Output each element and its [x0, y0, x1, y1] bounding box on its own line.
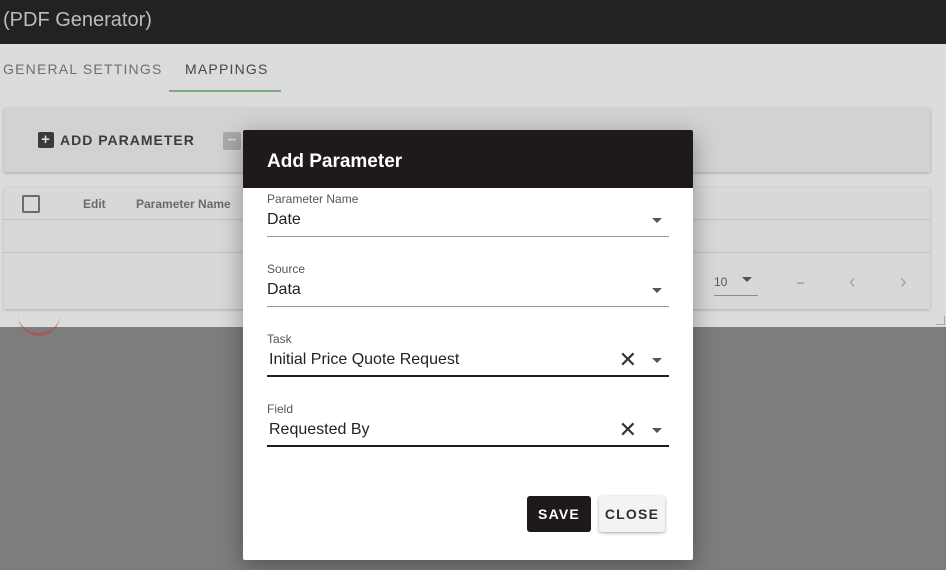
dialog-title: Add Parameter: [267, 151, 403, 172]
resize-handle: [936, 316, 945, 325]
field-underline: [267, 306, 669, 307]
app-title: (PDF Generator): [3, 9, 152, 31]
rows-per-page-select[interactable]: 10: [714, 275, 758, 296]
field-value: Date: [267, 211, 301, 228]
tab-general-settings[interactable]: GENERAL SETTINGS: [3, 61, 163, 77]
column-header-edit: Edit: [83, 197, 106, 211]
field-value: Initial Price Quote Request: [269, 351, 460, 368]
task-autocomplete[interactable]: Task Initial Price Quote Request ✕: [267, 332, 669, 378]
source-select[interactable]: Source Data: [267, 262, 669, 308]
next-page-icon[interactable]: ›: [900, 271, 907, 294]
field-underline: [267, 236, 669, 237]
pagination-range: –: [797, 275, 804, 289]
field-label: Task: [267, 332, 292, 346]
rows-per-page-value: 10: [714, 275, 728, 289]
field-label: Field: [267, 402, 294, 416]
field-underline: [267, 445, 669, 447]
app-bar: (PDF Generator): [0, 0, 946, 44]
field-label: Source: [267, 262, 306, 276]
add-parameter-label: ADD PARAMETER: [60, 132, 195, 148]
field-value: Requested By: [269, 421, 370, 438]
clear-icon[interactable]: ✕: [619, 419, 637, 441]
minus-icon[interactable]: −: [223, 132, 241, 150]
tab-mappings[interactable]: MAPPINGS: [185, 61, 269, 77]
add-parameter-button[interactable]: + ADD PARAMETER: [38, 132, 195, 148]
select-all-checkbox[interactable]: [22, 195, 40, 213]
field-autocomplete[interactable]: Field Requested By ✕: [267, 402, 669, 448]
column-header-parameter-name[interactable]: Parameter Name: [136, 197, 231, 211]
add-parameter-dialog: Add Parameter Parameter Name Date Source…: [243, 130, 693, 560]
parameter-name-select[interactable]: Parameter Name Date: [267, 192, 669, 238]
chevron-down-icon: [742, 277, 752, 282]
active-tab-indicator: [169, 90, 281, 92]
chevron-down-icon[interactable]: [652, 218, 662, 223]
save-button[interactable]: SAVE: [527, 496, 591, 532]
clear-icon[interactable]: ✕: [619, 349, 637, 371]
dialog-header: Add Parameter: [243, 130, 693, 188]
chevron-down-icon[interactable]: [652, 428, 662, 433]
close-button[interactable]: CLOSE: [599, 496, 665, 532]
chevron-down-icon[interactable]: [652, 288, 662, 293]
chevron-down-icon[interactable]: [652, 358, 662, 363]
field-label: Parameter Name: [267, 192, 359, 206]
field-value: Data: [267, 281, 301, 298]
field-underline: [267, 375, 669, 377]
previous-page-icon[interactable]: ‹: [849, 271, 856, 294]
plus-icon: +: [38, 132, 54, 148]
